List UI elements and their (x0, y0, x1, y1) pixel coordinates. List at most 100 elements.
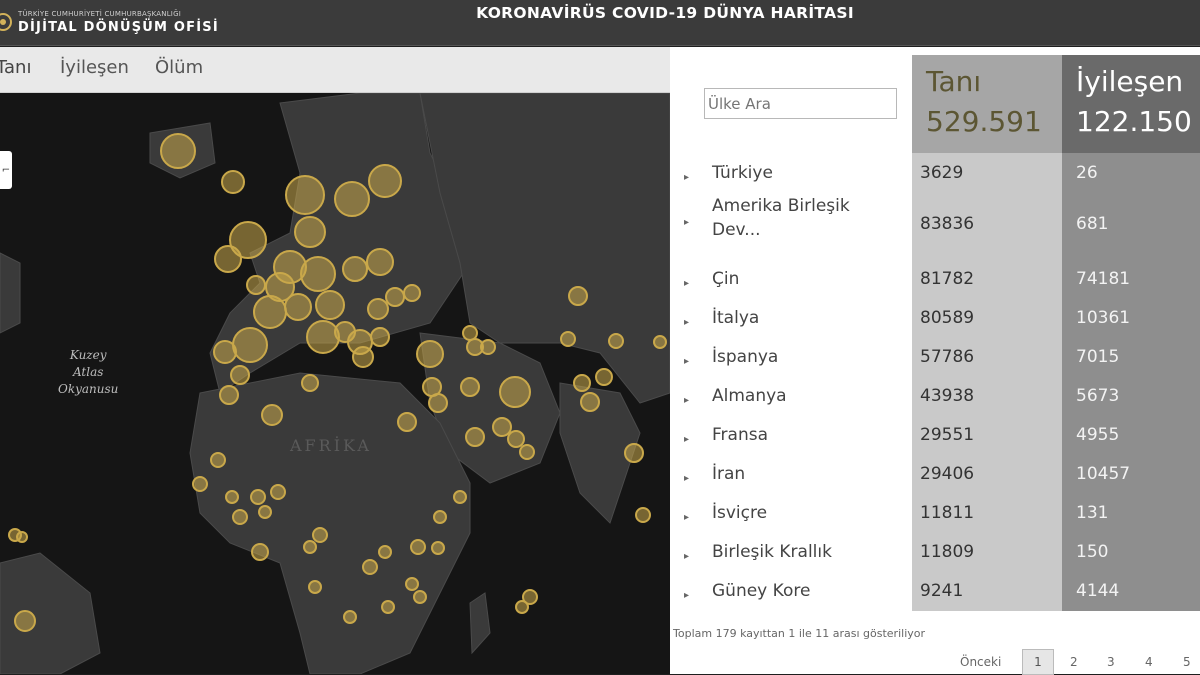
case-marker[interactable] (315, 290, 345, 320)
country-search-input[interactable] (704, 88, 897, 119)
case-marker[interactable] (334, 181, 370, 217)
case-marker[interactable] (405, 577, 419, 591)
case-marker[interactable] (573, 374, 591, 392)
case-marker[interactable] (385, 287, 405, 307)
case-marker[interactable] (221, 170, 245, 194)
case-marker[interactable] (303, 540, 317, 554)
case-marker[interactable] (213, 340, 237, 364)
case-marker[interactable] (465, 427, 485, 447)
case-marker[interactable] (160, 133, 196, 169)
tani-value: 29551 (920, 425, 975, 445)
expand-arrow-icon[interactable]: ▸ (684, 217, 689, 228)
expand-arrow-icon[interactable]: ▸ (684, 395, 689, 406)
case-marker[interactable] (210, 452, 226, 468)
tab-iyilesen[interactable]: İyileşen (60, 57, 129, 78)
tani-total-header[interactable]: Tanı 529.591 (912, 55, 1062, 153)
case-marker[interactable] (250, 489, 266, 505)
case-marker[interactable] (232, 327, 268, 363)
case-marker[interactable] (352, 346, 374, 368)
case-marker[interactable] (431, 541, 445, 555)
case-marker[interactable] (285, 175, 325, 215)
zoom-control[interactable]: ⌐ (0, 151, 12, 189)
case-marker[interactable] (14, 610, 36, 632)
tani-value: 9241 (920, 581, 964, 601)
case-marker[interactable] (580, 392, 600, 412)
page-button-5[interactable]: 5 (1183, 655, 1191, 669)
case-marker[interactable] (258, 505, 272, 519)
expand-arrow-icon[interactable]: ▸ (684, 551, 689, 562)
case-marker[interactable] (225, 490, 239, 504)
case-marker[interactable] (416, 340, 444, 368)
case-marker[interactable] (270, 484, 286, 500)
case-marker[interactable] (595, 368, 613, 386)
expand-arrow-icon[interactable]: ▸ (684, 356, 689, 367)
case-marker[interactable] (312, 527, 328, 543)
case-marker[interactable] (428, 393, 448, 413)
case-marker[interactable] (253, 295, 287, 329)
case-marker[interactable] (367, 298, 389, 320)
case-marker[interactable] (230, 365, 250, 385)
case-marker[interactable] (192, 476, 208, 492)
case-marker[interactable] (492, 417, 512, 437)
expand-arrow-icon[interactable]: ▸ (684, 473, 689, 484)
expand-arrow-icon[interactable]: ▸ (684, 278, 689, 289)
page-button-1[interactable]: 1 (1022, 649, 1054, 675)
case-marker[interactable] (362, 559, 378, 575)
tab-tani[interactable]: Tanı (0, 57, 31, 78)
case-marker[interactable] (462, 325, 478, 341)
case-marker[interactable] (624, 443, 644, 463)
expand-arrow-icon[interactable]: ▸ (684, 512, 689, 523)
case-marker[interactable] (460, 377, 480, 397)
case-marker[interactable] (214, 245, 242, 273)
case-marker[interactable] (608, 333, 624, 349)
expand-arrow-icon[interactable]: ▸ (684, 434, 689, 445)
expand-arrow-icon[interactable]: ▸ (684, 590, 689, 601)
prev-page-button[interactable]: Önceki (960, 655, 1001, 669)
page-button-4[interactable]: 4 (1145, 655, 1153, 669)
case-marker[interactable] (219, 385, 239, 405)
case-marker[interactable] (507, 430, 525, 448)
world-map[interactable]: ⌐ Kuzey Atlas Okyanusu AFRİKA (0, 92, 670, 674)
case-marker[interactable] (343, 610, 357, 624)
page-button-3[interactable]: 3 (1107, 655, 1115, 669)
expand-arrow-icon[interactable]: ▸ (684, 317, 689, 328)
country-name: Almanya (712, 386, 787, 406)
case-marker[interactable] (232, 509, 248, 525)
case-marker[interactable] (653, 335, 667, 349)
case-marker[interactable] (403, 284, 421, 302)
case-marker[interactable] (308, 580, 322, 594)
case-marker[interactable] (16, 531, 28, 543)
expand-arrow-icon[interactable]: ▸ (684, 172, 689, 183)
case-marker[interactable] (413, 590, 427, 604)
case-marker[interactable] (568, 286, 588, 306)
case-marker[interactable] (433, 510, 447, 524)
case-marker[interactable] (378, 545, 392, 559)
iyilesen-value: 74181 (1076, 269, 1131, 289)
case-marker[interactable] (515, 600, 529, 614)
case-marker[interactable] (300, 256, 336, 292)
case-marker[interactable] (480, 339, 496, 355)
case-marker[interactable] (261, 404, 283, 426)
iyilesen-total-header[interactable]: İyileşen 122.150 (1062, 55, 1200, 153)
case-marker[interactable] (284, 293, 312, 321)
case-marker[interactable] (519, 444, 535, 460)
case-marker[interactable] (397, 412, 417, 432)
case-marker[interactable] (381, 600, 395, 614)
case-marker[interactable] (342, 256, 368, 282)
case-marker[interactable] (251, 543, 269, 561)
case-marker[interactable] (306, 320, 340, 354)
case-marker[interactable] (246, 275, 266, 295)
case-marker[interactable] (499, 376, 531, 408)
case-marker[interactable] (453, 490, 467, 504)
case-marker[interactable] (294, 216, 326, 248)
tab-olum[interactable]: Ölüm (155, 57, 203, 78)
case-marker[interactable] (301, 374, 319, 392)
case-marker[interactable] (560, 331, 576, 347)
case-marker[interactable] (370, 327, 390, 347)
case-marker[interactable] (368, 164, 402, 198)
case-marker[interactable] (410, 539, 426, 555)
page-button-2[interactable]: 2 (1070, 655, 1078, 669)
case-marker[interactable] (635, 507, 651, 523)
case-marker[interactable] (366, 248, 394, 276)
iyilesen-value: 4144 (1076, 581, 1120, 601)
